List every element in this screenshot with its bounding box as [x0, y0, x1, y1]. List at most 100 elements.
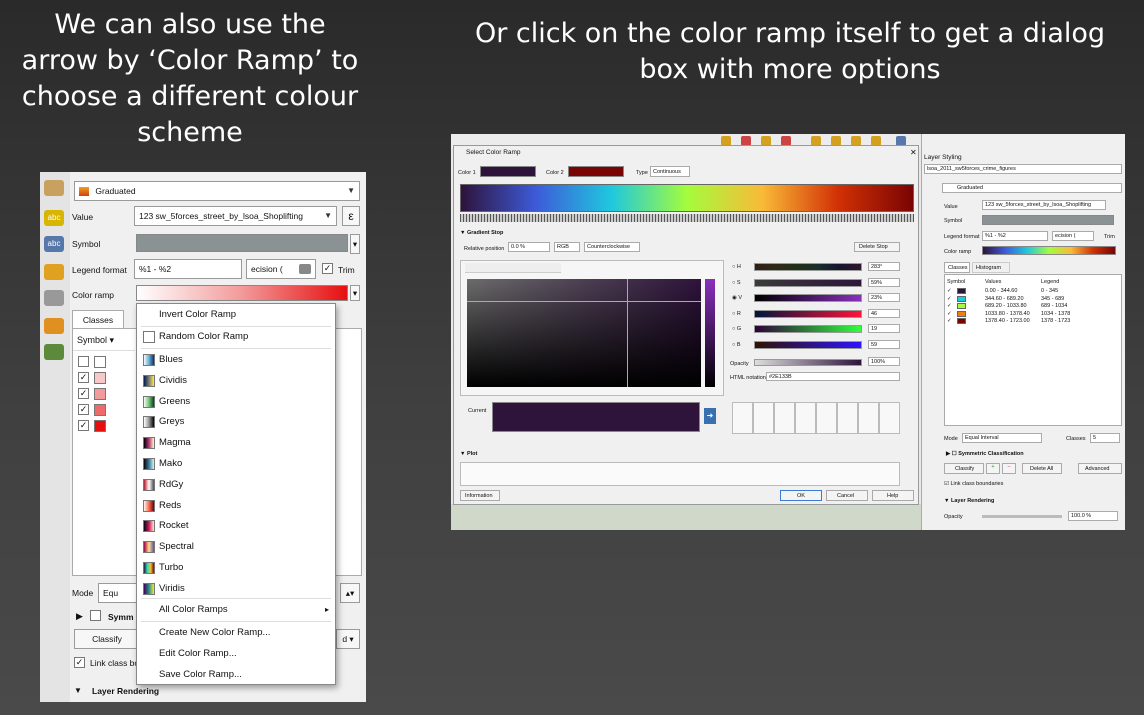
expression-button[interactable]: ε: [342, 206, 360, 226]
channel-value-g[interactable]: 19: [868, 324, 900, 333]
mask-abc-icon[interactable]: abc: [44, 236, 64, 252]
menu-create-ramp[interactable]: Create New Color Ramp...: [137, 623, 335, 643]
class-checkbox[interactable]: ✓: [947, 318, 952, 324]
class-checkbox[interactable]: ✓: [947, 303, 952, 309]
channel-radio-h[interactable]: ○ H: [732, 264, 741, 270]
delete-stop-button[interactable]: Delete Stop: [854, 242, 900, 252]
legend-format-input[interactable]: %1 - %2: [134, 259, 242, 279]
channel-value-r[interactable]: 46: [868, 308, 900, 318]
menu-save-ramp[interactable]: Save Color Ramp...: [137, 665, 335, 685]
menu-invert-ramp[interactable]: Invert Color Ramp: [137, 305, 335, 325]
value-field-select[interactable]: 123 sw_5forces_street_by_lsoa_Shopliftin…: [134, 206, 337, 226]
tab-classes[interactable]: Classes: [944, 262, 970, 273]
classes-spinbox[interactable]: ▴▾: [340, 583, 360, 603]
gradient-ramp-preview[interactable]: [460, 184, 914, 212]
trim-checkbox[interactable]: ✓: [322, 263, 333, 274]
labels-abc-icon[interactable]: abc: [44, 210, 64, 226]
table-row[interactable]: ✓ 0.00 - 344.60 0 - 345: [945, 288, 1121, 295]
symbol-dropdown[interactable]: ▾: [350, 234, 360, 254]
layer-select[interactable]: lsoa_2011_sw5forces_crime_figures: [924, 164, 1122, 174]
renderer-select[interactable]: Graduated ▼: [74, 181, 360, 201]
diagram-icon[interactable]: [44, 290, 64, 306]
color-ramp-dropdown[interactable]: ▾: [350, 285, 360, 301]
add-swatch-arrow-icon[interactable]: ➜: [704, 408, 716, 424]
class-swatch[interactable]: [94, 372, 106, 384]
class-checkbox[interactable]: ✓: [78, 372, 89, 383]
menu-ramp-mako[interactable]: Mako: [137, 454, 335, 474]
precision-spinbox[interactable]: ecision (: [246, 259, 316, 279]
symbol-button[interactable]: [136, 234, 348, 252]
advanced-button[interactable]: d ▾: [336, 629, 360, 649]
menu-all-color-ramps[interactable]: All Color Ramps ▸: [137, 600, 335, 620]
color1-button[interactable]: [480, 166, 536, 177]
type-select[interactable]: Continuous: [650, 166, 690, 177]
channel-value-s[interactable]: 59%: [868, 277, 900, 287]
relative-position-input[interactable]: 0.0 %: [508, 242, 550, 252]
fields-icon[interactable]: [44, 318, 64, 334]
add-class-icon[interactable]: +: [986, 463, 1000, 474]
channel-slider-s[interactable]: [754, 278, 862, 287]
col-symbol[interactable]: Symbol: [947, 279, 965, 285]
precision-spinbox[interactable]: ecision (: [1052, 231, 1094, 241]
channel-radio-s[interactable]: ○ S: [732, 280, 741, 286]
value-field-select[interactable]: 123 sw_5forces_street_by_lsoa_Shopliftin…: [982, 200, 1106, 210]
class-swatch[interactable]: [94, 356, 106, 368]
color-spec-select[interactable]: RGB: [554, 242, 580, 252]
menu-ramp-spectral[interactable]: Spectral: [137, 537, 335, 557]
class-swatch[interactable]: [957, 318, 966, 324]
cancel-button[interactable]: Cancel: [826, 490, 868, 501]
menu-ramp-turbo[interactable]: Turbo: [137, 558, 335, 578]
mode-select[interactable]: Equ: [98, 583, 138, 603]
advanced-button[interactable]: Advanced: [1078, 463, 1122, 474]
opacity-spinbox[interactable]: 100%: [868, 357, 900, 366]
html-notation-input[interactable]: #2E133B: [766, 372, 900, 381]
tab-classes[interactable]: Classes: [72, 310, 124, 328]
3d-cube-icon[interactable]: [44, 264, 64, 280]
channel-value-h[interactable]: 283°: [868, 262, 900, 271]
class-swatch[interactable]: [957, 310, 966, 317]
information-button[interactable]: Information: [460, 490, 500, 501]
picker-tabs[interactable]: [465, 263, 561, 273]
color2-button[interactable]: [568, 166, 624, 177]
menu-ramp-blues[interactable]: Blues: [137, 350, 335, 370]
class-swatch[interactable]: [94, 388, 106, 400]
table-row[interactable]: ✓ 1378.40 - 1723.00 1378 - 1723: [945, 318, 1121, 325]
channel-radio-r[interactable]: ○ R: [732, 311, 741, 317]
table-row[interactable]: ✓ 1033.80 - 1378.40 1034 - 1378: [945, 310, 1121, 318]
layer-rendering-arrow-icon[interactable]: ▼: [74, 686, 82, 695]
menu-ramp-greens[interactable]: Greens: [137, 392, 335, 412]
menu-ramp-viridis[interactable]: Viridis: [137, 579, 335, 599]
layer-rendering-label[interactable]: Layer Rendering: [92, 686, 159, 696]
ok-button[interactable]: OK: [780, 490, 822, 501]
class-swatch[interactable]: [957, 303, 966, 309]
class-checkbox[interactable]: ✓: [947, 296, 952, 302]
symbol-button[interactable]: [982, 215, 1114, 225]
class-checkbox[interactable]: ✓: [947, 311, 952, 317]
table-row[interactable]: ✓ 344.60 - 689.20 345 - 689: [945, 295, 1121, 303]
channel-slider-b[interactable]: [754, 340, 862, 349]
value-slider[interactable]: [705, 279, 715, 387]
channel-value-b[interactable]: 59: [868, 339, 900, 349]
color-box[interactable]: [467, 279, 701, 387]
menu-ramp-reds[interactable]: Reds: [137, 496, 335, 516]
channel-radio-v[interactable]: ◉ V: [732, 295, 742, 301]
classify-button[interactable]: Classify: [944, 463, 984, 474]
class-swatch[interactable]: [957, 288, 966, 294]
class-checkbox[interactable]: [78, 356, 89, 367]
table-row[interactable]: ✓ 689.20 - 1033.80 689 - 1034: [945, 303, 1121, 310]
menu-ramp-rocket[interactable]: Rocket: [137, 516, 335, 536]
menu-ramp-cividis[interactable]: Cividis: [137, 371, 335, 391]
remove-class-icon[interactable]: −: [1002, 463, 1016, 474]
current-color-swatch[interactable]: [492, 402, 700, 432]
opacity-slider[interactable]: [754, 359, 862, 366]
menu-ramp-greys[interactable]: Greys: [137, 412, 335, 432]
history-icon[interactable]: [44, 344, 64, 360]
class-swatch[interactable]: [94, 404, 106, 416]
legend-format-input[interactable]: %1 - %2: [982, 231, 1048, 241]
col-values[interactable]: Values: [985, 279, 1001, 285]
color-ramp-button[interactable]: [982, 246, 1116, 255]
menu-random-ramp[interactable]: Random Color Ramp: [137, 327, 335, 347]
menu-ramp-magma[interactable]: Magma: [137, 433, 335, 453]
class-swatch[interactable]: [94, 420, 106, 432]
brush-icon[interactable]: [44, 180, 64, 196]
